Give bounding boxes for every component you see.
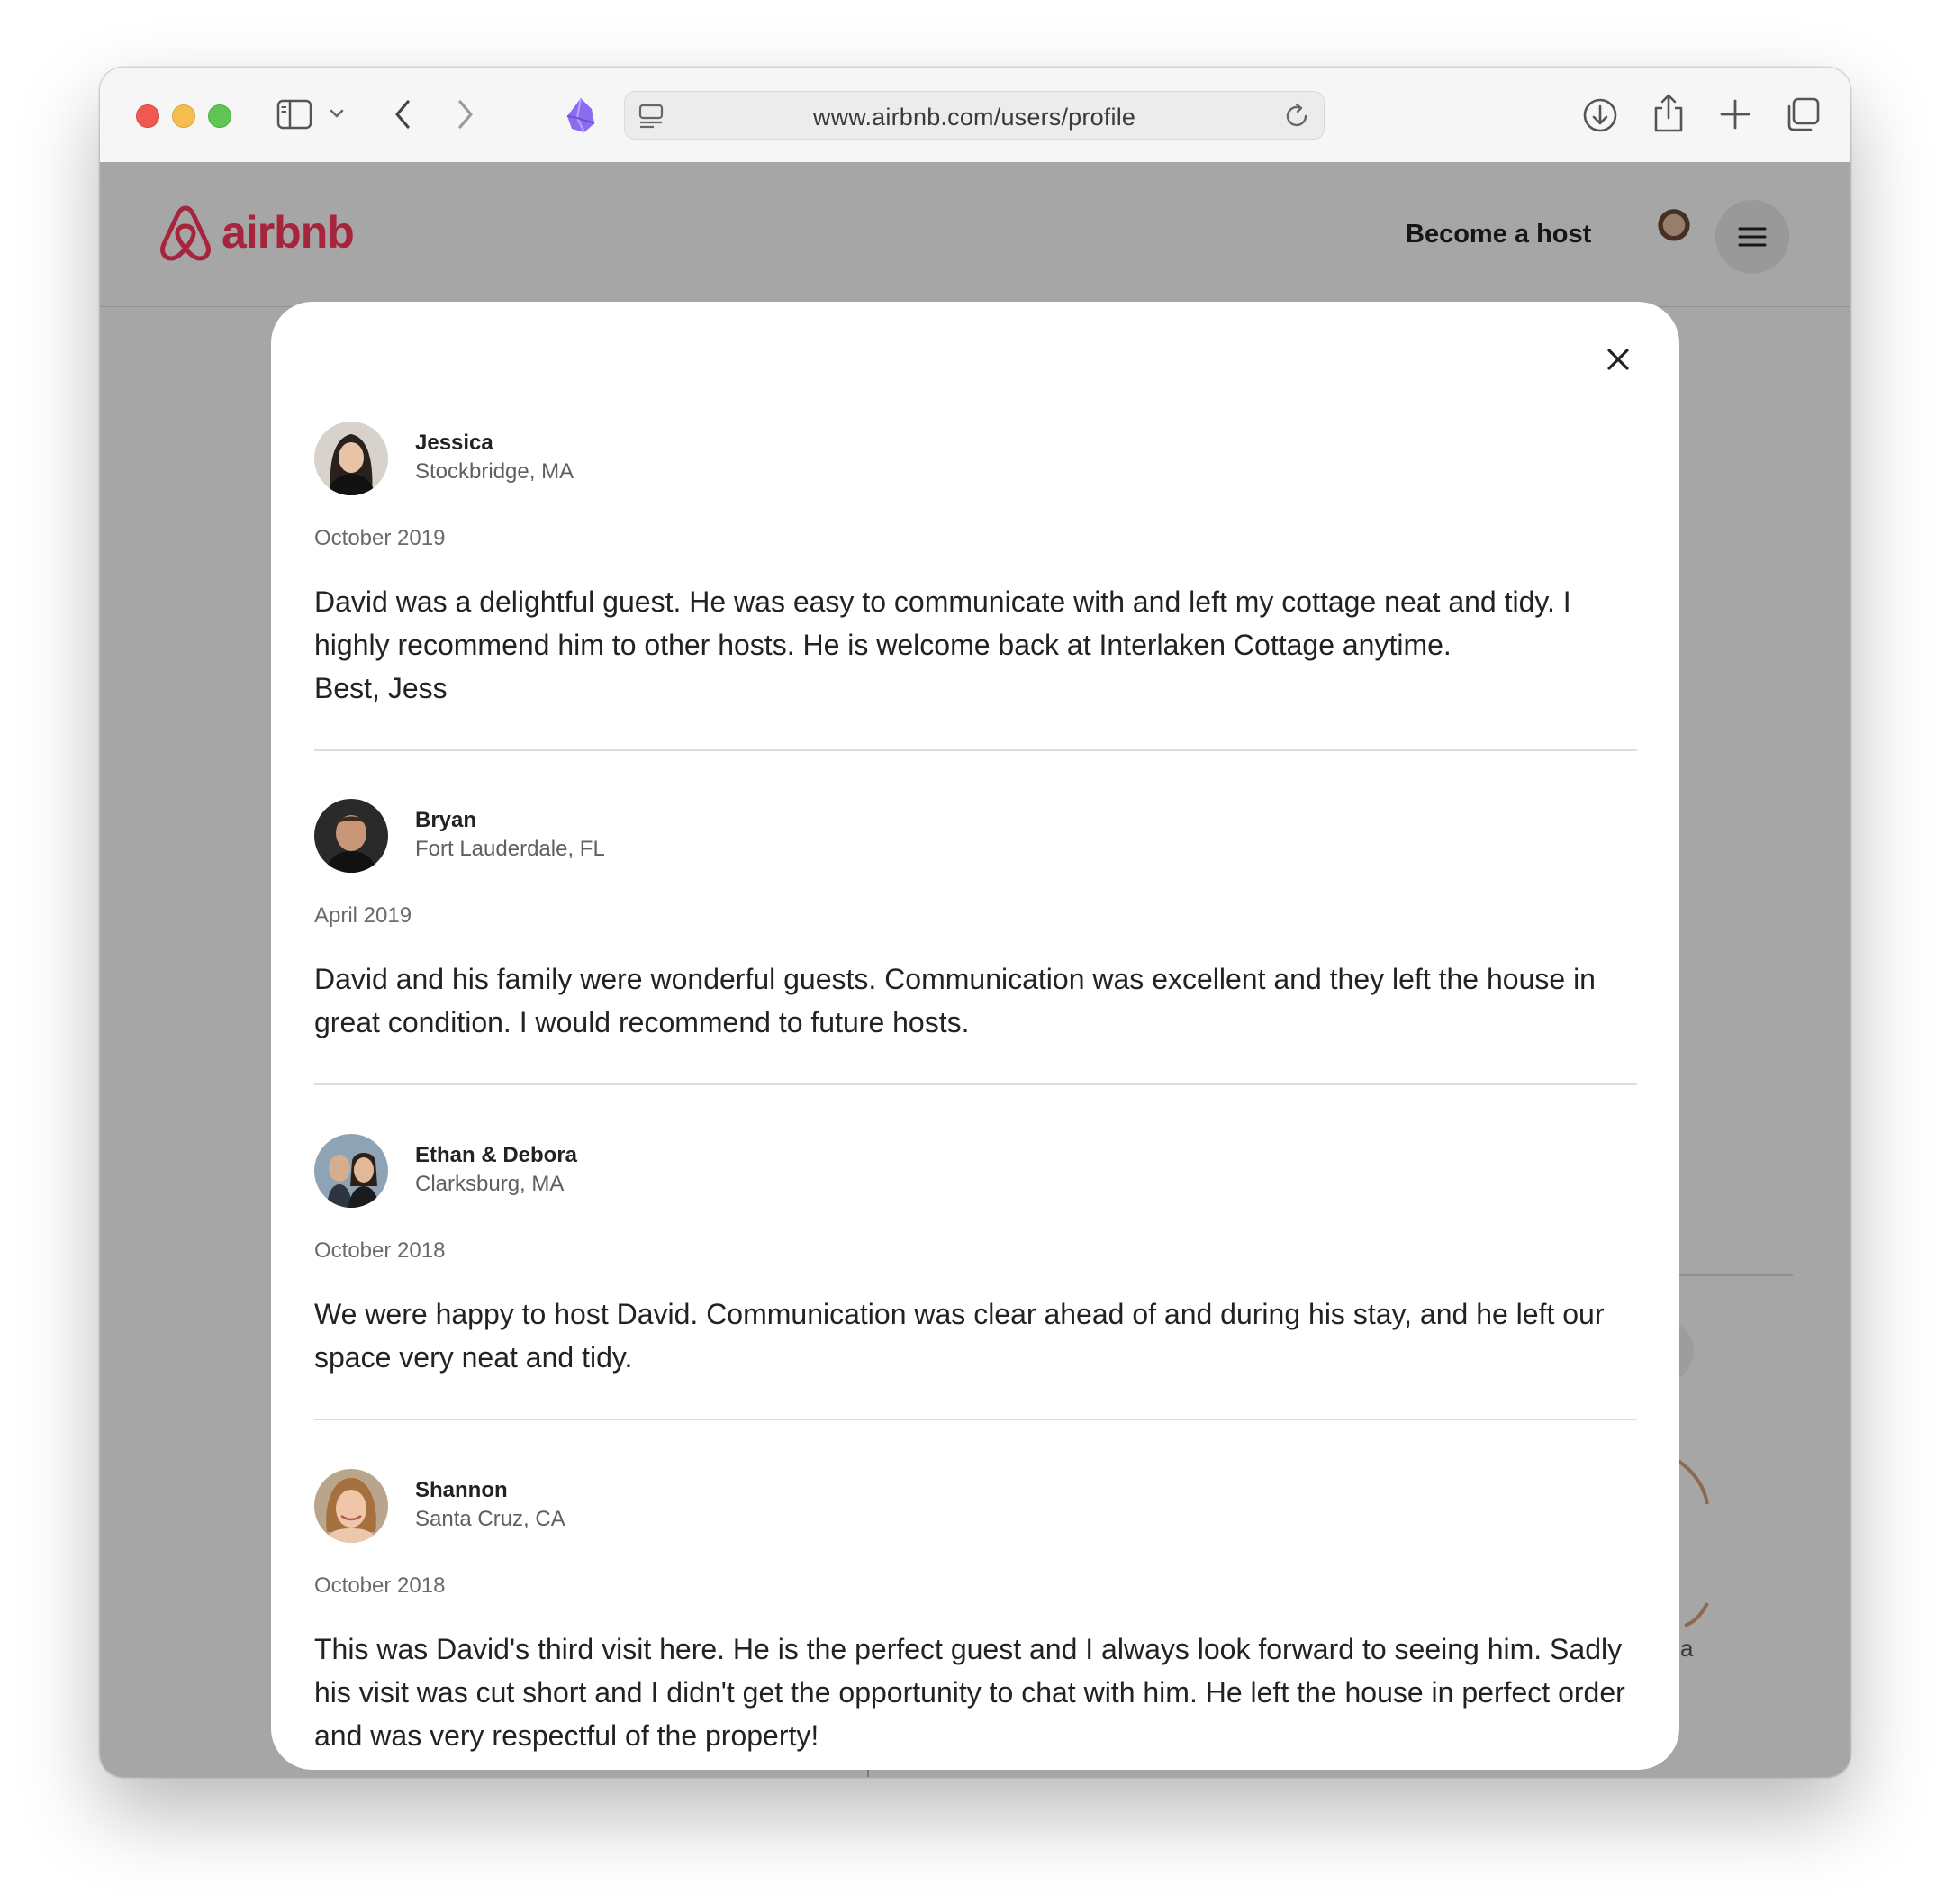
address-bar[interactable]: www.airbnb.com/users/profile [624,91,1325,140]
url-text[interactable]: www.airbnb.com/users/profile [625,104,1324,131]
reviewer-location: Santa Cruz, CA [415,1507,565,1531]
reviewer-location: Clarksburg, MA [415,1172,565,1196]
reviewer-avatar[interactable] [314,1134,388,1208]
sidebar-toggle-icon[interactable] [276,98,312,131]
back-arrow-icon[interactable] [392,96,413,132]
tab-overview-icon[interactable] [1784,95,1822,133]
download-icon[interactable] [1581,96,1619,134]
review-divider [314,1419,1637,1420]
review-date: October 2019 [314,526,446,550]
zoom-window-button[interactable] [208,104,231,128]
review-text: We were happy to host David. Communicati… [314,1298,1605,1374]
review-divider [314,1083,1637,1085]
review-date: April 2019 [314,903,412,928]
reviewer-location: Stockbridge, MA [415,459,574,484]
review-text: David was a delightful guest. He was eas… [314,585,1571,704]
review-text: This was David's third visit here. He is… [314,1633,1625,1752]
review-date: October 2018 [314,1238,446,1263]
review-divider [314,749,1637,751]
browser-window: www.airbnb.com/users/profile airbnb Beco… [100,68,1850,1777]
reload-icon[interactable] [1282,102,1311,131]
close-window-button[interactable] [136,104,159,128]
extension-icon[interactable] [565,96,597,134]
reviewer-location: Fort Lauderdale, FL [415,837,605,861]
reviewer-name[interactable]: Bryan [415,808,476,833]
share-icon[interactable] [1651,93,1687,134]
browser-toolbar: www.airbnb.com/users/profile [100,68,1850,163]
reviewer-avatar[interactable] [314,799,388,873]
close-modal-button[interactable] [1591,332,1645,386]
new-tab-icon[interactable] [1718,97,1752,131]
review-date: October 2018 [314,1573,446,1598]
reviewer-avatar[interactable] [314,422,388,495]
forward-arrow-icon[interactable] [455,96,476,132]
reviewer-name[interactable]: Shannon [415,1478,508,1503]
chevron-down-icon[interactable] [328,106,346,121]
reviewer-name[interactable]: Ethan & Debora [415,1143,577,1168]
page-content: airbnb Become a host a Jessica Stockbrid… [100,162,1850,1777]
review-text: David and his family were wonderful gues… [314,963,1596,1038]
minimize-window-button[interactable] [172,104,195,128]
reviews-modal: Jessica Stockbridge, MA October 2019 Dav… [271,302,1679,1770]
reviewer-avatar[interactable] [314,1469,388,1543]
reviewer-name[interactable]: Jessica [415,431,493,456]
close-icon [1607,349,1629,370]
